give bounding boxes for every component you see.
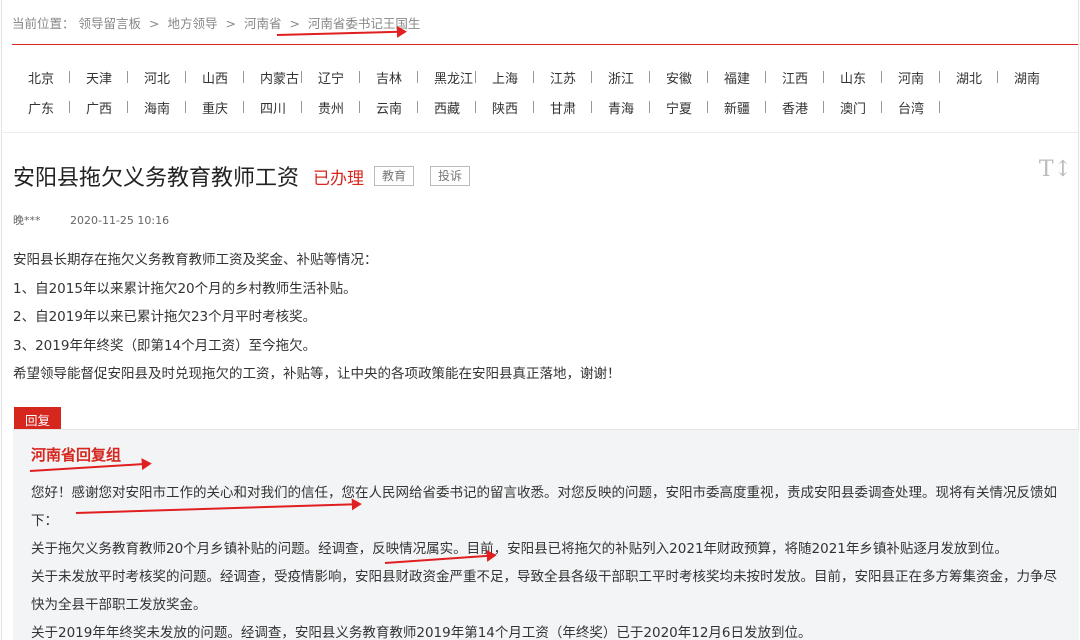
breadcrumb-item-local-leaders[interactable]: 地方领导	[167, 16, 217, 31]
region-link[interactable]: 天津	[70, 68, 128, 87]
region-link[interactable]: 山西	[186, 68, 244, 87]
breadcrumb-item-board[interactable]: 领导留言板	[79, 16, 142, 31]
region-link[interactable]: 内蒙古	[244, 68, 302, 87]
region-link[interactable]: 黑龙江	[418, 68, 476, 87]
message-paragraph: 2、自2019年以来已累计拖欠23个月平时考核奖。	[13, 309, 317, 326]
region-link[interactable]: 上海	[476, 68, 534, 87]
region-link[interactable]: 福建	[708, 68, 766, 87]
region-link[interactable]: 云南	[360, 98, 418, 117]
reply-paragraph: 关于未发放平时考核奖的问题。经调查，受疫情影响，安阳县财政资金严重不足，导致全县…	[31, 569, 1057, 613]
reply-paragraph: 您好！感谢您对安阳市工作的关心和对我们的信任，您在人民网给省委书记的留言收悉。对…	[31, 485, 1057, 529]
breadcrumb-item-province[interactable]: 河南省	[244, 16, 282, 31]
region-link[interactable]: 海南	[128, 98, 186, 117]
status-badge: 已办理	[313, 168, 365, 189]
message-paragraph: 安阳县长期存在拖欠义务教育教师工资及奖金、补贴等情况：	[13, 252, 378, 268]
reply-body: 您好！感谢您对安阳市工作的关心和对我们的信任，您在人民网给省委书记的留言收悉。对…	[31, 479, 1065, 640]
region-link[interactable]: 重庆	[186, 98, 244, 117]
region-link[interactable]: 西藏	[418, 98, 476, 117]
message-author: 晚***	[13, 214, 41, 227]
region-nav: 北京 天津 河北 山西 内蒙古 辽宁 吉林 黑龙江 上海 江苏 浙江 安徽 福建 江西 山东 河南 湖北 湖南 广…	[12, 62, 1074, 122]
breadcrumb-label: 当前位置：	[12, 16, 75, 31]
message-header: 安阳县拖欠义务教育教师工资 已办理 教育 投诉	[13, 160, 471, 192]
font-size-icon[interactable]: T↕	[1039, 157, 1072, 182]
message-body: 安阳县长期存在拖欠义务教育教师工资及奖金、补贴等情况： 1、自2015年以来累计…	[13, 246, 1053, 389]
region-link[interactable]: 吉林	[360, 68, 418, 87]
region-link[interactable]: 宁夏	[650, 98, 708, 117]
reply-tab: 回复	[14, 407, 62, 429]
message-meta: 晚*** 2020-11-25 10:16	[13, 212, 169, 228]
breadcrumb-separator: >	[289, 16, 300, 31]
region-link[interactable]: 台湾	[882, 98, 940, 117]
region-link[interactable]: 北京	[12, 68, 70, 87]
message-title: 安阳县拖欠义务教育教师工资	[13, 166, 300, 191]
region-link[interactable]: 湖北	[940, 68, 998, 87]
region-link[interactable]: 安徽	[650, 68, 708, 87]
breadcrumb: 当前位置： 领导留言板 > 地方领导 > 河南省 > 河南省委书记王国生	[12, 13, 420, 32]
region-link[interactable]: 山东	[824, 68, 882, 87]
region-link[interactable]: 香港	[766, 98, 824, 117]
region-link[interactable]: 四川	[244, 98, 302, 117]
breadcrumb-separator: >	[149, 16, 160, 31]
region-link[interactable]: 甘肃	[534, 98, 592, 117]
region-link[interactable]: 河北	[128, 68, 186, 87]
message-paragraph: 希望领导能督促安阳县及时兑现拖欠的工资，补贴等，让中央的各项政策能在安阳县真正落…	[13, 366, 621, 383]
region-link[interactable]: 澳门	[824, 98, 882, 117]
breadcrumb-divider	[12, 44, 1078, 45]
region-link[interactable]: 江苏	[534, 68, 592, 87]
region-link[interactable]: 辽宁	[302, 68, 360, 87]
reply-paragraph: 关于拖欠义务教育教师20个月乡镇补贴的问题。经调查，反映情况属实。目前，安阳县已…	[31, 541, 1008, 557]
region-link[interactable]: 湖南	[998, 68, 1056, 87]
reply-section: 河南省回复组 您好！感谢您对安阳市工作的关心和对我们的信任，您在人民网给省委书记…	[13, 429, 1079, 640]
region-link[interactable]: 青海	[592, 98, 650, 117]
tag-category[interactable]: 教育	[374, 166, 415, 186]
region-link[interactable]: 河南	[882, 68, 940, 87]
region-link[interactable]: 新疆	[708, 98, 766, 117]
region-link[interactable]: 江西	[766, 68, 824, 87]
reply-paragraph: 关于2019年年终奖未发放的问题。经调查，安阳县义务教育教师2019年第14个月…	[31, 625, 812, 640]
region-row: 广东 广西 海南 重庆 四川 贵州 云南 西藏 陕西 甘肃 青海 宁夏 新疆 香港 澳门 台湾	[12, 92, 1074, 122]
region-link[interactable]: 陕西	[476, 98, 534, 117]
region-row: 北京 天津 河北 山西 内蒙古 辽宁 吉林 黑龙江 上海 江苏 浙江 安徽 福建 江西 山东 河南 湖北 湖南	[12, 62, 1074, 92]
tag-type[interactable]: 投诉	[430, 166, 471, 186]
region-link[interactable]: 广西	[70, 98, 128, 117]
region-link[interactable]: 广东	[12, 98, 70, 117]
message-paragraph: 3、2019年年终奖（即第14个月工资）至今拖欠。	[13, 337, 317, 354]
reply-organization: 河南省回复组	[31, 446, 122, 464]
message-time: 2020-11-25 10:16	[70, 214, 170, 227]
message-paragraph: 1、自2015年以来累计拖欠20个月的乡村教师生活补贴。	[13, 280, 357, 297]
region-nav-divider	[1, 132, 1078, 133]
region-link[interactable]: 贵州	[302, 98, 360, 117]
region-link[interactable]: 浙江	[592, 68, 650, 87]
breadcrumb-separator: >	[225, 16, 236, 31]
